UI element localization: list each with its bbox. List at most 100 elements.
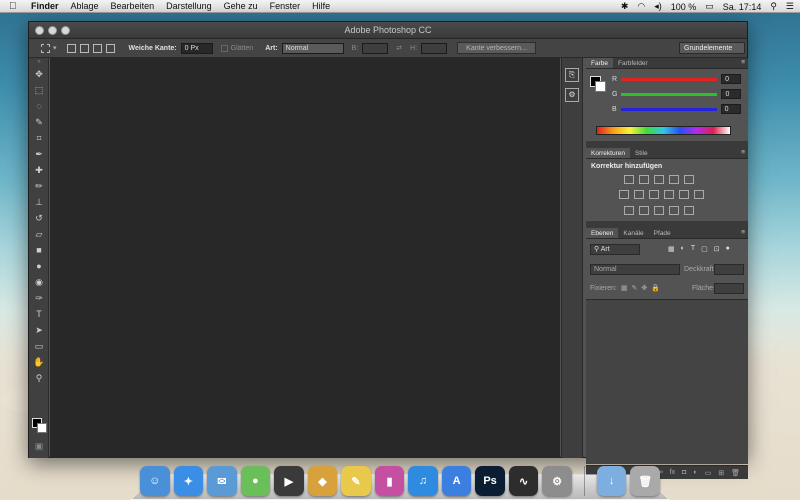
volume-icon[interactable]: ◂)	[654, 1, 662, 12]
marquee-preset-icon[interactable]	[41, 43, 50, 53]
spotlight-icon[interactable]: ⚲	[770, 1, 777, 12]
tab-ebenen[interactable]: Ebenen	[586, 228, 619, 238]
tab-kanaele[interactable]: Kanäle	[618, 228, 648, 238]
panel-menu-icon[interactable]: ≡	[741, 58, 745, 68]
subtract-selection-icon[interactable]	[92, 43, 102, 53]
hand-tool-icon[interactable]: ✋	[29, 354, 49, 370]
menu-fenster[interactable]: Fenster	[270, 0, 301, 13]
brush-tool-icon[interactable]: ✏	[29, 178, 49, 194]
battery-status[interactable]: 100 %	[671, 2, 697, 12]
eyedropper-tool-icon[interactable]: ✒	[29, 146, 49, 162]
itunes-icon[interactable]: ♫	[408, 466, 438, 496]
history-panel-icon[interactable]: ⎘	[565, 68, 579, 82]
opacity-input[interactable]	[714, 264, 744, 275]
gradient-tool-icon[interactable]: ■	[29, 242, 49, 258]
group-icon[interactable]: ▭	[705, 469, 712, 477]
filter-toggle-icon[interactable]: ●	[726, 245, 730, 253]
quick-mask-icon[interactable]: ▣	[29, 438, 49, 454]
crop-tool-icon[interactable]: ⌗	[29, 130, 49, 146]
panel-menu-icon[interactable]: ≡	[741, 228, 745, 238]
intersect-selection-icon[interactable]	[105, 43, 115, 53]
properties-panel-icon[interactable]: ⚙	[565, 88, 579, 102]
levels-icon[interactable]	[639, 175, 649, 184]
quick-select-tool-icon[interactable]: ✎	[29, 114, 49, 130]
style-select[interactable]: Normal	[281, 42, 344, 54]
color-spectrum[interactable]	[596, 126, 731, 135]
charts-icon[interactable]: ▮	[374, 466, 405, 496]
feather-input[interactable]: 0 Px	[180, 42, 213, 54]
r-slider[interactable]	[621, 77, 718, 81]
lock-transparent-icon[interactable]: ▦	[621, 284, 628, 292]
add-selection-icon[interactable]	[79, 43, 89, 53]
vibrance-icon[interactable]	[684, 175, 694, 184]
menu-gehe-zu[interactable]: Gehe zu	[224, 0, 258, 13]
canvas-area[interactable]	[50, 58, 560, 458]
mail-icon[interactable]: ✉	[207, 466, 237, 496]
type-tool-icon[interactable]: T	[29, 306, 49, 322]
history-brush-tool-icon[interactable]: ↺	[29, 210, 49, 226]
lock-pixels-icon[interactable]: ✎	[631, 284, 637, 292]
adjustment-layer-icon[interactable]: ◐	[693, 469, 697, 476]
tab-korrekturen[interactable]: Korrekturen	[586, 148, 630, 158]
clock[interactable]: Sa. 17:14	[723, 2, 762, 12]
menu-finder[interactable]: Finder	[31, 0, 59, 13]
healing-tool-icon[interactable]: ✚	[29, 162, 49, 178]
safari-icon[interactable]: ✦	[173, 466, 204, 496]
brightness-icon[interactable]	[624, 175, 634, 184]
collapse-icon[interactable]: »	[29, 58, 49, 66]
stamp-tool-icon[interactable]: ⊥	[29, 194, 49, 210]
move-tool-icon[interactable]: ✥	[29, 66, 49, 82]
messages-icon[interactable]: ●	[240, 466, 271, 496]
background-color-swatch[interactable]	[37, 423, 47, 433]
workspace-select[interactable]: Grundelemente	[679, 42, 745, 54]
lock-position-icon[interactable]: ✥	[641, 284, 647, 292]
layer-filter-select[interactable]: ⚲ Art	[590, 244, 640, 255]
new-layer-icon[interactable]: ⊞	[718, 469, 724, 477]
tab-farbfelder[interactable]: Farbfelder	[613, 58, 653, 68]
photo-filter-icon[interactable]	[664, 190, 674, 199]
black-white-icon[interactable]	[649, 190, 659, 199]
curves-icon[interactable]	[654, 175, 664, 184]
tab-pfade[interactable]: Pfade	[649, 228, 676, 238]
panel-background-swatch[interactable]	[595, 81, 606, 92]
marquee-tool-icon[interactable]: ⬚	[29, 82, 49, 98]
menu-ablage[interactable]: Ablage	[71, 0, 99, 13]
menu-darstellung[interactable]: Darstellung	[166, 0, 212, 13]
channel-mixer-icon[interactable]	[679, 190, 689, 199]
downloads-icon[interactable]: ↓	[596, 466, 627, 496]
blur-tool-icon[interactable]: ●	[29, 258, 49, 274]
refine-edge-button[interactable]: Kante verbessern...	[457, 42, 536, 54]
lasso-tool-icon[interactable]: ◌	[29, 98, 49, 114]
finder-icon[interactable]: ☺	[140, 466, 170, 496]
tab-farbe[interactable]: Farbe	[586, 58, 613, 68]
smart-object-filter-icon[interactable]: ⊡	[714, 245, 720, 253]
app-store-icon[interactable]: A	[441, 466, 472, 496]
path-select-tool-icon[interactable]: ➤	[29, 322, 49, 338]
mask-icon[interactable]: ◘	[682, 469, 686, 476]
invert-icon[interactable]	[624, 206, 634, 215]
fx-icon[interactable]: fx	[670, 469, 675, 476]
adjustment-filter-icon[interactable]: ◐	[681, 245, 685, 253]
blend-mode-select[interactable]: Normal	[590, 264, 680, 275]
lock-all-icon[interactable]: 🔒	[651, 284, 660, 292]
exposure-icon[interactable]	[669, 175, 679, 184]
color-balance-icon[interactable]	[634, 190, 644, 199]
zoom-tool-icon[interactable]: ⚲	[29, 370, 49, 386]
color-lookup-icon[interactable]	[694, 190, 704, 199]
pen-tool-icon[interactable]: ✑	[29, 290, 49, 306]
notification-center-icon[interactable]: ☰	[786, 1, 794, 12]
height-input[interactable]	[421, 42, 448, 54]
threshold-icon[interactable]	[654, 206, 664, 215]
antialias-checkbox[interactable]	[220, 44, 228, 52]
type-filter-icon[interactable]: T	[691, 245, 695, 253]
fill-input[interactable]	[714, 283, 744, 294]
panel-menu-icon[interactable]: ≡	[741, 148, 745, 158]
menu-bearbeiten[interactable]: Bearbeiten	[111, 0, 155, 13]
layer-list[interactable]	[586, 299, 748, 464]
swap-icon[interactable]: ⇄	[396, 44, 402, 52]
trash-icon[interactable]: 🗑	[630, 466, 660, 496]
menu-hilfe[interactable]: Hilfe	[312, 0, 330, 13]
dodge-tool-icon[interactable]: ◉	[29, 274, 49, 290]
facetime-icon[interactable]: ▶	[274, 466, 304, 496]
b-slider[interactable]	[620, 107, 717, 111]
